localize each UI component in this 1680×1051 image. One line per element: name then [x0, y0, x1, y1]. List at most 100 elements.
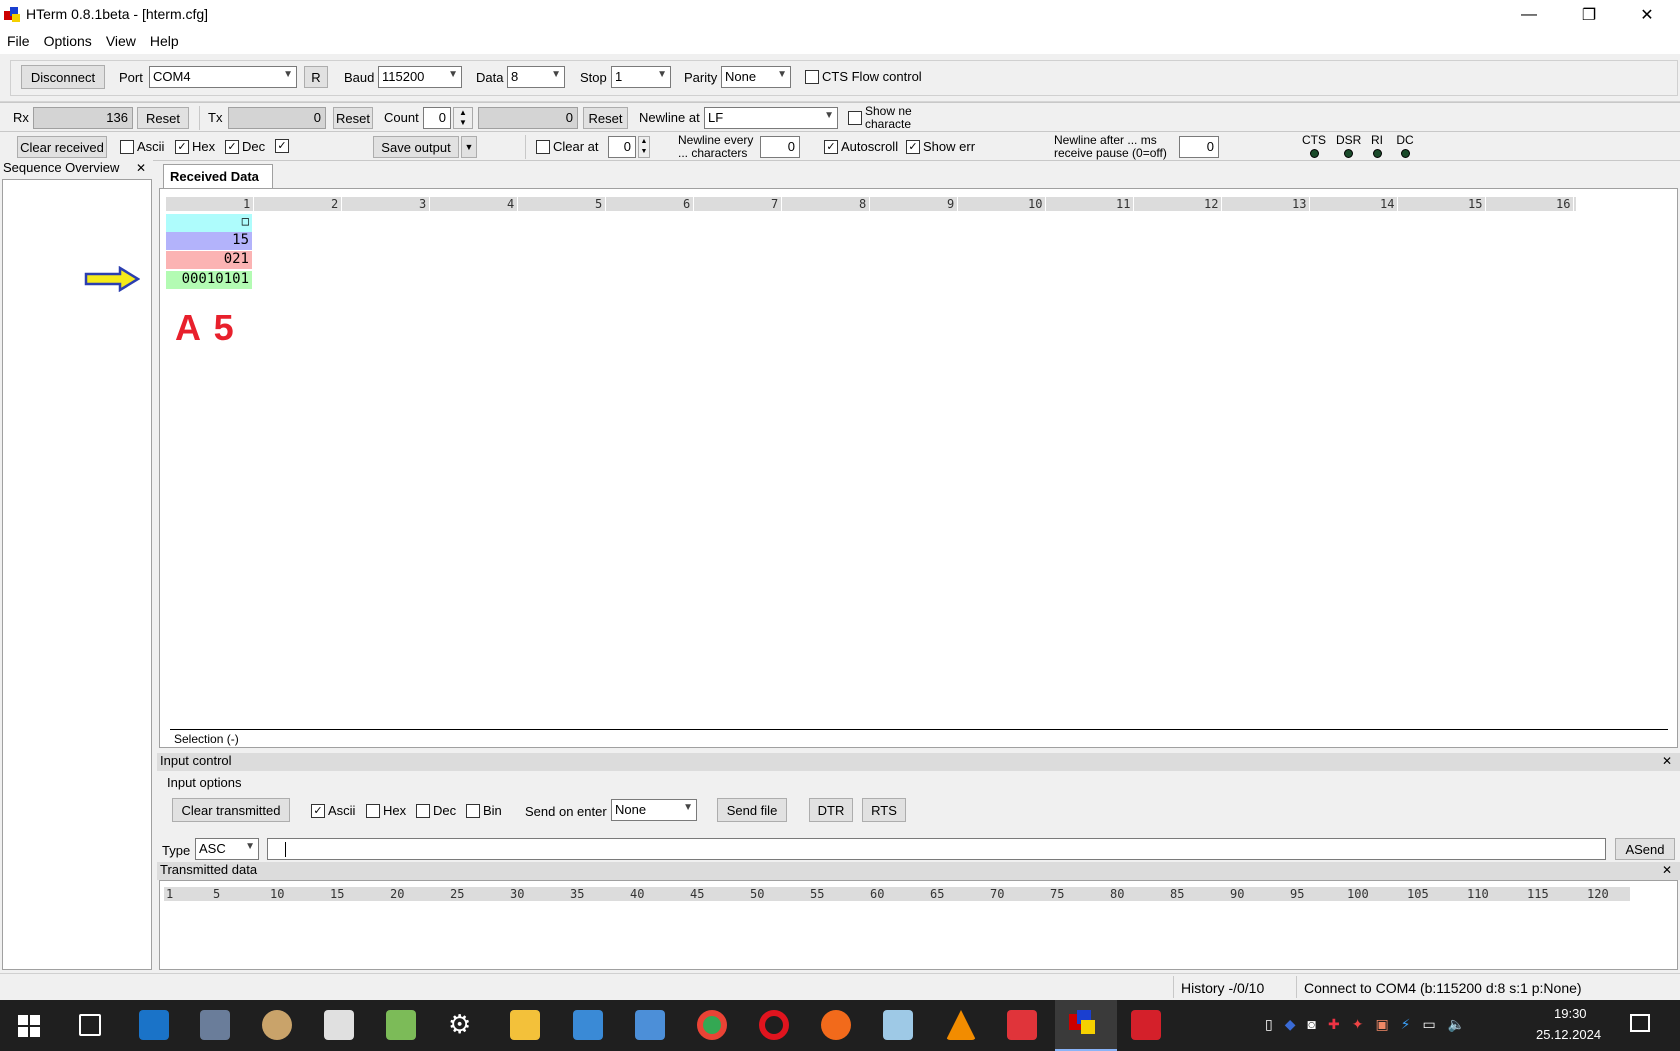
hex-checkbox[interactable]: ✓ Hex	[175, 139, 215, 154]
minimize-icon[interactable]: —	[1500, 0, 1558, 30]
ascii-cell[interactable]: □	[166, 214, 252, 232]
editor-icon[interactable]	[386, 1010, 416, 1040]
menu-help[interactable]: Help	[143, 30, 186, 54]
autoscroll-checkbox[interactable]: ✓ Autoscroll	[824, 139, 898, 154]
taskbar: ⚙ ▯ ◆ ◙ ✚ ✦ ▣ ⚡ ▭ 🔈 19:30 25.12.2024	[0, 1000, 1680, 1051]
input-control-close-icon[interactable]: ✕	[1662, 754, 1672, 768]
chevron-down-icon: ▼	[551, 69, 561, 80]
file-explorer-icon[interactable]	[510, 1010, 540, 1040]
rx-reset-button[interactable]: Reset	[137, 107, 189, 129]
count-reset-button[interactable]: Reset	[583, 107, 628, 129]
cts-flow-checkbox[interactable]: CTS Flow control	[805, 69, 922, 84]
transmitted-data-view[interactable]: 1 5 10 15 20 25 30 35 40 45 50 55 60 65 70 75 80 85 90 95 10…	[159, 880, 1678, 970]
opera-icon[interactable]	[759, 1010, 789, 1040]
send-on-enter-select[interactable]: None ▼	[611, 799, 697, 821]
camera-icon[interactable]: ◙	[1308, 1016, 1316, 1036]
transmitted-ruler: 1 5 10 15 20 25 30 35 40 45 50 55 60 65 70 75 80 85 90 95 10…	[164, 887, 1630, 901]
sequence-list[interactable]	[2, 179, 152, 970]
input-hex-checkbox[interactable]: Hex	[366, 803, 406, 818]
newline-after-input[interactable]: 0	[1179, 136, 1219, 158]
security-icon[interactable]: ✚	[1328, 1016, 1340, 1036]
restore-icon[interactable]: ❐	[1560, 0, 1618, 30]
parity-select[interactable]: None ▼	[721, 66, 791, 88]
show-newline-checkbox[interactable]: Show ne characte	[848, 105, 916, 131]
stop-bits-select[interactable]: 1 ▼	[611, 66, 671, 88]
rts-button[interactable]: RTS	[862, 798, 906, 822]
media-app-icon[interactable]	[1007, 1010, 1037, 1040]
newline-every-input[interactable]: 0	[760, 136, 800, 158]
ruler-number: 65	[930, 887, 945, 901]
asend-button[interactable]: ASend	[1615, 838, 1675, 860]
input-bin-checkbox[interactable]: Bin	[466, 803, 502, 818]
column-divider	[1133, 197, 1134, 211]
text-cursor	[285, 842, 286, 857]
save-output-button[interactable]: Save output	[373, 136, 459, 158]
dtr-button[interactable]: DTR	[809, 798, 853, 822]
newline-at-select[interactable]: LF ▼	[704, 107, 838, 129]
hterm-taskbar-item[interactable]	[1055, 1000, 1117, 1051]
input-dec-checkbox[interactable]: Dec	[416, 803, 456, 818]
usb-icon[interactable]: ▯	[1265, 1016, 1273, 1036]
bin-cell[interactable]: 00010101	[166, 271, 252, 289]
paint-icon[interactable]	[262, 1010, 292, 1040]
notification-icon[interactable]	[1630, 1014, 1650, 1032]
tray-card-icon[interactable]: ▣	[1375, 1016, 1388, 1036]
pdf-reader-icon[interactable]	[1131, 1010, 1161, 1040]
firefox-icon[interactable]	[821, 1010, 851, 1040]
data-bits-select[interactable]: 8 ▼	[507, 66, 565, 88]
calculator-icon[interactable]	[200, 1010, 230, 1040]
network-icon[interactable]	[635, 1010, 665, 1040]
tray-app-icon[interactable]: ✦	[1352, 1016, 1364, 1036]
clock-date[interactable]: 25.12.2024	[1536, 1027, 1601, 1042]
task-view-icon[interactable]	[79, 1014, 101, 1036]
menu-options[interactable]: Options	[37, 30, 99, 54]
clock-time[interactable]: 19:30	[1554, 1006, 1587, 1021]
sketch-icon[interactable]	[883, 1010, 913, 1040]
baud-select[interactable]: 115200 ▼	[378, 66, 462, 88]
bolt-icon[interactable]: ⚡	[1401, 1016, 1411, 1036]
ruler-number: 55	[810, 887, 825, 901]
vlc-icon[interactable]	[946, 1010, 976, 1040]
clear-received-button[interactable]: Clear received	[17, 136, 107, 158]
received-tab[interactable]: Received Data	[163, 164, 273, 188]
notepad-icon[interactable]	[324, 1010, 354, 1040]
refresh-ports-button[interactable]: R	[304, 66, 328, 88]
count-stepper[interactable]: ▲ ▼	[453, 107, 473, 129]
shield-icon[interactable]: ◆	[1285, 1016, 1296, 1036]
control-panel-icon[interactable]	[573, 1010, 603, 1040]
dec-cell[interactable]: 021	[166, 251, 252, 269]
menu-view[interactable]: View	[99, 30, 143, 54]
save-output-dropdown[interactable]: ▼	[461, 136, 477, 158]
monitor-icon[interactable]: ▭	[1423, 1016, 1436, 1036]
clear-at-checkbox[interactable]: Clear at	[536, 139, 599, 154]
checkbox-icon	[848, 111, 862, 125]
count-input[interactable]: 0	[423, 107, 451, 129]
disconnect-button[interactable]: Disconnect	[21, 65, 105, 89]
clear-at-stepper[interactable]: ▲ ▼	[638, 136, 650, 158]
bin-checkbox[interactable]: ✓	[275, 139, 292, 153]
chrome-icon[interactable]	[697, 1010, 727, 1040]
send-file-button[interactable]: Send file	[717, 798, 787, 822]
hex-cell[interactable]: 15	[166, 232, 252, 250]
send-input[interactable]	[267, 838, 1606, 860]
clear-transmitted-button[interactable]: Clear transmitted	[172, 798, 290, 822]
mail-icon[interactable]	[139, 1010, 169, 1040]
type-select[interactable]: ASC ▼	[195, 838, 259, 860]
close-icon[interactable]: ✕	[1618, 0, 1676, 30]
column-number: 7	[771, 197, 779, 211]
clear-at-input[interactable]: 0	[608, 136, 636, 158]
settings-icon[interactable]: ⚙	[448, 1009, 471, 1040]
show-errors-checkbox[interactable]: ✓ Show err	[906, 139, 976, 154]
tx-reset-button[interactable]: Reset	[333, 107, 373, 129]
input-ascii-checkbox[interactable]: ✓ Ascii	[311, 803, 355, 818]
port-select[interactable]: COM4 ▼	[149, 66, 297, 88]
sidebar-close-icon[interactable]: ✕	[136, 161, 146, 175]
volume-icon[interactable]: 🔈	[1448, 1016, 1465, 1036]
menu-file[interactable]: File	[0, 30, 37, 54]
transmitted-close-icon[interactable]: ✕	[1662, 863, 1672, 877]
ascii-checkbox[interactable]: Ascii	[120, 139, 164, 154]
column-divider	[1485, 197, 1486, 211]
windows-start-icon[interactable]	[18, 1015, 40, 1037]
dec-checkbox[interactable]: ✓ Dec	[225, 139, 265, 154]
received-data-view[interactable]: 1 2 3 4 5 6 7 8 9 10 11 12 13 14 15 16 □ 15 021 0001010…	[159, 188, 1678, 748]
